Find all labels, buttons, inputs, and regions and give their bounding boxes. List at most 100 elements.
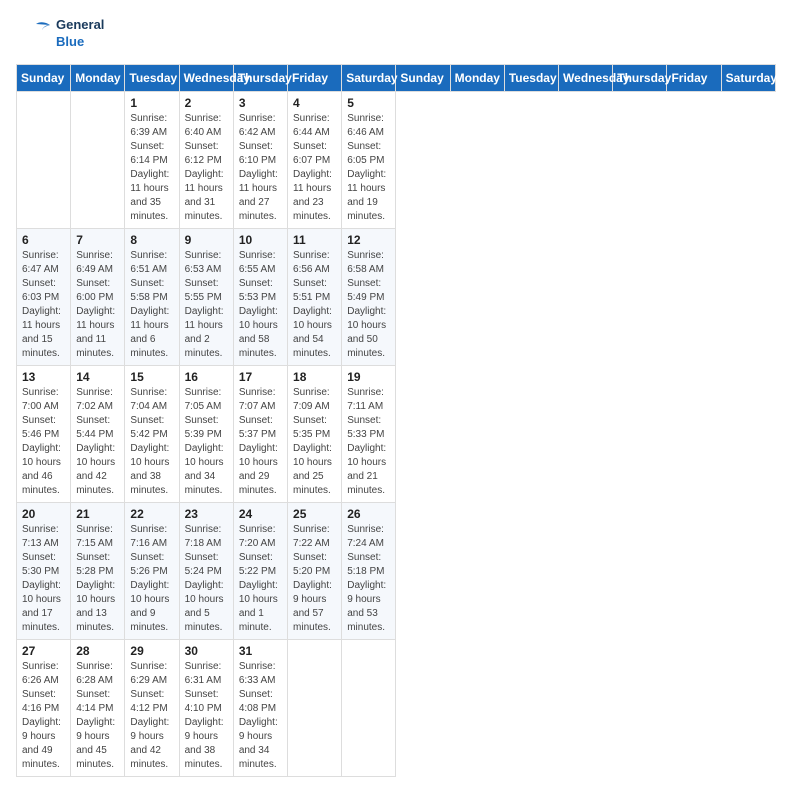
day-info: Sunrise: 6:29 AMSunset: 4:12 PMDaylight:…: [130, 660, 173, 772]
day-number: 12: [347, 233, 390, 247]
day-info: Sunrise: 7:13 AMSunset: 5:30 PMDaylight:…: [22, 523, 65, 635]
day-number: 28: [76, 644, 119, 658]
calendar-cell: 6Sunrise: 6:47 AMSunset: 6:03 PMDaylight…: [17, 229, 71, 366]
calendar-cell: 31 Sunrise: 6:33 AMSunset: 4:08 PMDayligh…: [233, 640, 287, 777]
day-number: 23: [185, 507, 228, 521]
weekday-header-wednesday: Wednesday: [559, 65, 613, 92]
day-number: 7: [76, 233, 119, 247]
day-info: Sunrise: 6:33 AMSunset: 4:08 PMDaylight:…: [239, 660, 282, 772]
calendar-cell: 18 Sunrise: 7:09 AMSunset: 5:35 PMDayligh…: [288, 366, 342, 503]
calendar-cell: 10Sunrise: 6:55 AMSunset: 5:53 PMDayligh…: [233, 229, 287, 366]
day-info: Sunrise: 7:16 AMSunset: 5:26 PMDaylight:…: [130, 523, 173, 635]
calendar-week-5: 27 Sunrise: 6:26 AMSunset: 4:16 PMDayligh…: [17, 640, 776, 777]
calendar-cell: 17Sunrise: 7:07 AMSunset: 5:37 PMDayligh…: [233, 366, 287, 503]
weekday-header-tuesday: Tuesday: [504, 65, 558, 92]
day-info: Sunrise: 6:28 AMSunset: 4:14 PMDaylight:…: [76, 660, 119, 772]
calendar-cell: 8Sunrise: 6:51 AMSunset: 5:58 PMDaylight…: [125, 229, 179, 366]
day-number: 24: [239, 507, 282, 521]
day-number: 8: [130, 233, 173, 247]
calendar-cell: 24 Sunrise: 7:20 AMSunset: 5:22 PMDayligh…: [233, 503, 287, 640]
calendar-week-4: 20 Sunrise: 7:13 AMSunset: 5:30 PMDayligh…: [17, 503, 776, 640]
day-number: 13: [22, 370, 65, 384]
calendar-cell: [17, 92, 71, 229]
calendar-cell: 3Sunrise: 6:42 AMSunset: 6:10 PMDaylight…: [233, 92, 287, 229]
day-info: Sunrise: 7:07 AMSunset: 5:37 PMDaylight:…: [239, 386, 282, 498]
calendar-cell: 11Sunrise: 6:56 AMSunset: 5:51 PMDayligh…: [288, 229, 342, 366]
calendar-cell: 26Sunrise: 7:24 AMSunset: 5:18 PMDayligh…: [342, 503, 396, 640]
logo-text-general: General: [56, 17, 104, 34]
day-info: Sunrise: 6:49 AMSunset: 6:00 PMDaylight:…: [76, 249, 119, 361]
day-info: Sunrise: 7:00 AMSunset: 5:46 PMDaylight:…: [22, 386, 65, 498]
calendar-cell: 25 Sunrise: 7:22 AMSunset: 5:20 PMDayligh…: [288, 503, 342, 640]
calendar-cell: 2 Sunrise: 6:40 AMSunset: 6:12 PMDaylight…: [179, 92, 233, 229]
weekday-header-friday: Friday: [288, 65, 342, 92]
day-number: 16: [185, 370, 228, 384]
day-info: Sunrise: 7:20 AMSunset: 5:22 PMDaylight:…: [239, 523, 282, 635]
weekday-header-monday: Monday: [71, 65, 125, 92]
day-info: Sunrise: 6:53 AMSunset: 5:55 PMDaylight:…: [185, 249, 228, 361]
day-number: 15: [130, 370, 173, 384]
calendar-cell: 22 Sunrise: 7:16 AMSunset: 5:26 PMDayligh…: [125, 503, 179, 640]
day-number: 18: [293, 370, 336, 384]
logo-text-blue: Blue: [56, 34, 104, 51]
calendar-cell: 5 Sunrise: 6:46 AMSunset: 6:05 PMDaylight…: [342, 92, 396, 229]
day-number: 25: [293, 507, 336, 521]
day-number: 14: [76, 370, 119, 384]
day-number: 2: [185, 96, 228, 110]
day-number: 27: [22, 644, 65, 658]
calendar-week-2: 6Sunrise: 6:47 AMSunset: 6:03 PMDaylight…: [17, 229, 776, 366]
calendar-header-row: SundayMondayTuesdayWednesdayThursdayFrid…: [17, 65, 776, 92]
day-number: 4: [293, 96, 336, 110]
calendar-cell: 20 Sunrise: 7:13 AMSunset: 5:30 PMDayligh…: [17, 503, 71, 640]
day-number: 31: [239, 644, 282, 658]
calendar-cell: 4 Sunrise: 6:44 AMSunset: 6:07 PMDaylight…: [288, 92, 342, 229]
weekday-header-friday: Friday: [667, 65, 721, 92]
weekday-header-tuesday: Tuesday: [125, 65, 179, 92]
calendar-cell: 30Sunrise: 6:31 AMSunset: 4:10 PMDayligh…: [179, 640, 233, 777]
day-number: 1: [130, 96, 173, 110]
day-number: 6: [22, 233, 65, 247]
day-info: Sunrise: 7:09 AMSunset: 5:35 PMDaylight:…: [293, 386, 336, 498]
calendar-cell: 14 Sunrise: 7:02 AMSunset: 5:44 PMDayligh…: [71, 366, 125, 503]
day-number: 10: [239, 233, 282, 247]
day-info: Sunrise: 7:04 AMSunset: 5:42 PMDaylight:…: [130, 386, 173, 498]
weekday-header-saturday: Saturday: [342, 65, 396, 92]
day-info: Sunrise: 6:58 AMSunset: 5:49 PMDaylight:…: [347, 249, 390, 361]
calendar-cell: 28 Sunrise: 6:28 AMSunset: 4:14 PMDayligh…: [71, 640, 125, 777]
day-number: 20: [22, 507, 65, 521]
day-number: 19: [347, 370, 390, 384]
calendar-cell: [71, 92, 125, 229]
calendar-cell: 27 Sunrise: 6:26 AMSunset: 4:16 PMDayligh…: [17, 640, 71, 777]
day-number: 3: [239, 96, 282, 110]
day-info: Sunrise: 6:44 AMSunset: 6:07 PMDaylight:…: [293, 112, 336, 224]
day-info: Sunrise: 6:26 AMSunset: 4:16 PMDaylight:…: [22, 660, 65, 772]
day-number: 29: [130, 644, 173, 658]
calendar-week-3: 13 Sunrise: 7:00 AMSunset: 5:46 PMDayligh…: [17, 366, 776, 503]
calendar-cell: 12 Sunrise: 6:58 AMSunset: 5:49 PMDayligh…: [342, 229, 396, 366]
calendar-cell: 19 Sunrise: 7:11 AMSunset: 5:33 PMDayligh…: [342, 366, 396, 503]
day-info: Sunrise: 6:31 AMSunset: 4:10 PMDaylight:…: [185, 660, 228, 772]
calendar-cell: 16Sunrise: 7:05 AMSunset: 5:39 PMDayligh…: [179, 366, 233, 503]
day-info: Sunrise: 7:02 AMSunset: 5:44 PMDaylight:…: [76, 386, 119, 498]
calendar-table: SundayMondayTuesdayWednesdayThursdayFrid…: [16, 64, 776, 777]
day-number: 9: [185, 233, 228, 247]
calendar-cell: 7 Sunrise: 6:49 AMSunset: 6:00 PMDaylight…: [71, 229, 125, 366]
day-number: 21: [76, 507, 119, 521]
calendar-cell: [288, 640, 342, 777]
day-info: Sunrise: 7:11 AMSunset: 5:33 PMDaylight:…: [347, 386, 390, 498]
weekday-header-saturday: Saturday: [721, 65, 775, 92]
calendar-cell: 23 Sunrise: 7:18 AMSunset: 5:24 PMDayligh…: [179, 503, 233, 640]
day-number: 22: [130, 507, 173, 521]
day-info: Sunrise: 7:22 AMSunset: 5:20 PMDaylight:…: [293, 523, 336, 635]
calendar-week-1: 1 Sunrise: 6:39 AMSunset: 6:14 PMDaylight…: [17, 92, 776, 229]
calendar-cell: 15 Sunrise: 7:04 AMSunset: 5:42 PMDayligh…: [125, 366, 179, 503]
page-header: General Blue: [16, 16, 776, 52]
calendar-cell: 9 Sunrise: 6:53 AMSunset: 5:55 PMDaylight…: [179, 229, 233, 366]
day-number: 5: [347, 96, 390, 110]
calendar-cell: 29 Sunrise: 6:29 AMSunset: 4:12 PMDayligh…: [125, 640, 179, 777]
day-info: Sunrise: 6:46 AMSunset: 6:05 PMDaylight:…: [347, 112, 390, 224]
day-info: Sunrise: 6:39 AMSunset: 6:14 PMDaylight:…: [130, 112, 173, 224]
calendar-cell: 21Sunrise: 7:15 AMSunset: 5:28 PMDayligh…: [71, 503, 125, 640]
day-info: Sunrise: 6:40 AMSunset: 6:12 PMDaylight:…: [185, 112, 228, 224]
day-info: Sunrise: 7:18 AMSunset: 5:24 PMDaylight:…: [185, 523, 228, 635]
